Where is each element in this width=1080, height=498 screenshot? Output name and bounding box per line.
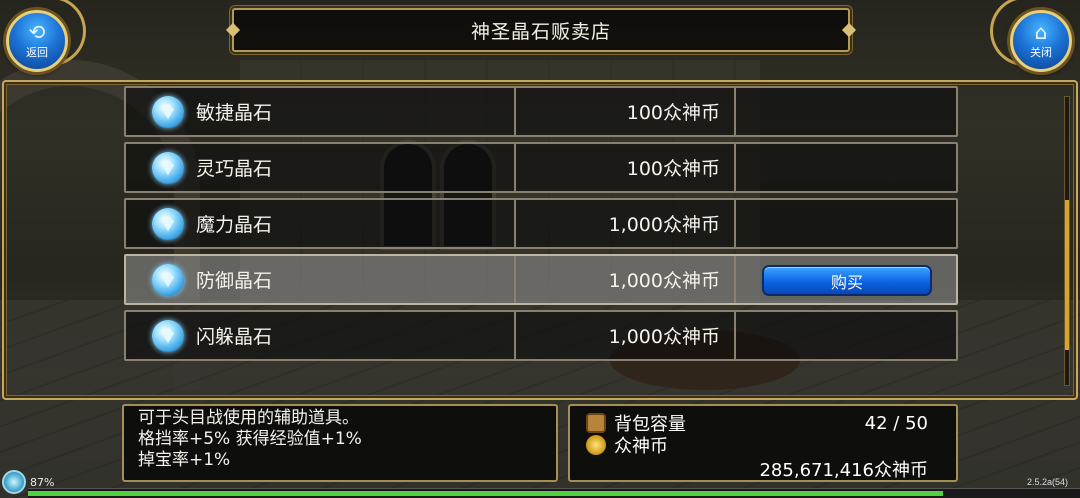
bag-capacity-value: 42 / 50 [864, 412, 928, 434]
crystal-icon [152, 207, 184, 240]
list-item[interactable]: 闪躲晶石 1,000众神币 [124, 310, 958, 361]
item-description-panel: 可于头目战使用的辅助道具。 格挡率+5% 获得经验值+1% 掉宝率+1% [122, 404, 558, 482]
currency-label: 众神币 [614, 436, 668, 457]
list-item-selected[interactable]: 防御晶石 1,000众神币 购买 [124, 254, 958, 305]
crystal-icon [152, 151, 184, 184]
item-name: 闪躲晶石 [196, 326, 273, 348]
description-line-1: 可于头目战使用的辅助道具。 [138, 408, 359, 428]
item-name: 灵巧晶石 [196, 158, 273, 180]
back-arrow-icon: ⟲ [28, 20, 46, 44]
item-price: 1,000众神币 [608, 214, 720, 236]
item-price: 100众神币 [626, 158, 720, 180]
crystal-icon [152, 263, 184, 296]
buy-button[interactable]: 购买 [762, 265, 932, 296]
scrollbar-thumb[interactable] [1065, 200, 1069, 350]
exp-bar [28, 488, 1080, 498]
home-icon: ⌂ [1034, 20, 1048, 44]
list-item[interactable]: 灵巧晶石 100众神币 [124, 142, 958, 193]
description-line-3: 掉宝率+1% [138, 450, 231, 470]
list-item[interactable]: 敏捷晶石 100众神币 [124, 86, 958, 137]
crystal-icon [152, 95, 184, 128]
item-price: 1,000众神币 [608, 270, 720, 292]
close-button[interactable]: ⌂ 关闭 [1010, 10, 1072, 72]
item-price: 1,000众神币 [608, 326, 720, 348]
coin-icon [586, 435, 606, 455]
item-name: 防御晶石 [196, 270, 273, 292]
crystal-icon [152, 319, 184, 352]
bag-icon [586, 413, 606, 433]
currency-label-row: 众神币 [586, 432, 928, 458]
item-list: 敏捷晶石 100众神币 灵巧晶石 100众神币 魔力晶石 1,000众神币 防御… [124, 86, 958, 366]
description-line-2: 格挡率+5% 获得经验值+1% [138, 429, 362, 449]
status-orb-icon [2, 470, 26, 494]
item-name: 魔力晶石 [196, 214, 273, 236]
shop-title: 神圣晶石贩卖店 [470, 20, 611, 43]
exp-bar-fill [28, 491, 944, 496]
list-item[interactable]: 魔力晶石 1,000众神币 [124, 198, 958, 249]
close-label: 关闭 [1030, 46, 1052, 59]
shop-title-bar: 神圣晶石贩卖店 [225, 8, 857, 52]
back-button[interactable]: ⟲ 返回 [6, 10, 68, 72]
back-label: 返回 [26, 46, 48, 59]
inventory-panel: 背包容量 42 / 50 众神币 285,671,416众神币 [568, 404, 958, 482]
currency-value: 285,671,416众神币 [759, 460, 928, 481]
version-label: 2.5.2a(54) [1026, 477, 1068, 487]
item-price: 100众神币 [626, 102, 720, 124]
currency-value-row: 285,671,416众神币 [586, 456, 928, 482]
item-name: 敏捷晶石 [196, 102, 273, 124]
